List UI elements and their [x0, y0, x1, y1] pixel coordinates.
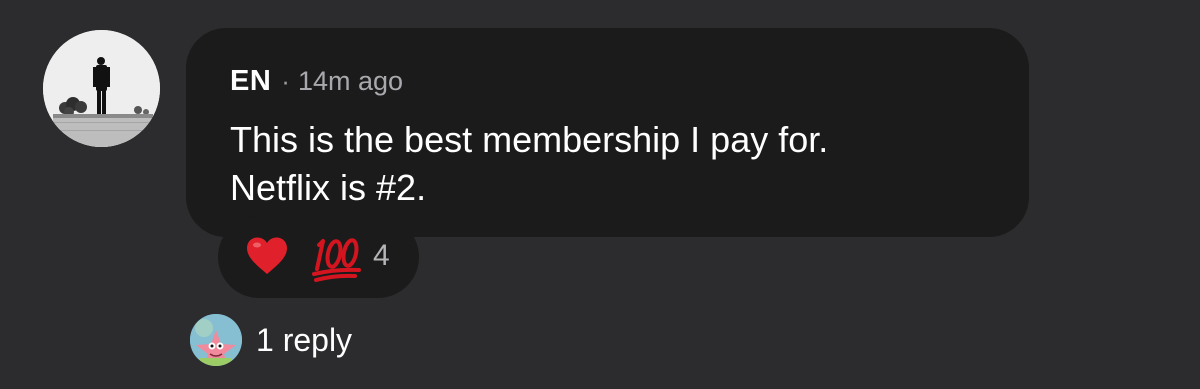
- comment-timestamp: 14m ago: [297, 65, 404, 96]
- silhouette-person-avatar-icon: [43, 30, 160, 147]
- comment-author[interactable]: EN: [230, 65, 271, 98]
- comment-text: This is the best membership I pay for. N…: [230, 116, 1000, 212]
- commenter-avatar[interactable]: [43, 30, 160, 147]
- meta-separator: ·: [281, 65, 290, 96]
- replies-link[interactable]: 1 reply: [190, 314, 352, 366]
- red-heart-emoji-icon: [245, 236, 289, 281]
- comment-text-line: Netflix is #2.: [230, 167, 427, 208]
- reaction-count: 4: [373, 239, 390, 272]
- cartoon-star-avatar-icon: [190, 314, 242, 366]
- comment-meta: EN · 14m ago: [230, 64, 403, 98]
- comment-text-line: This is the best membership I pay for.: [230, 119, 829, 160]
- hundred-points-emoji-icon: [311, 233, 363, 288]
- reactions-pill[interactable]: 4: [218, 216, 419, 298]
- comment-bubble: EN · 14m ago This is the best membership…: [186, 28, 1029, 237]
- reply-count-label[interactable]: 1 reply: [256, 320, 352, 360]
- comment-thread: EN · 14m ago This is the best membership…: [0, 0, 1200, 389]
